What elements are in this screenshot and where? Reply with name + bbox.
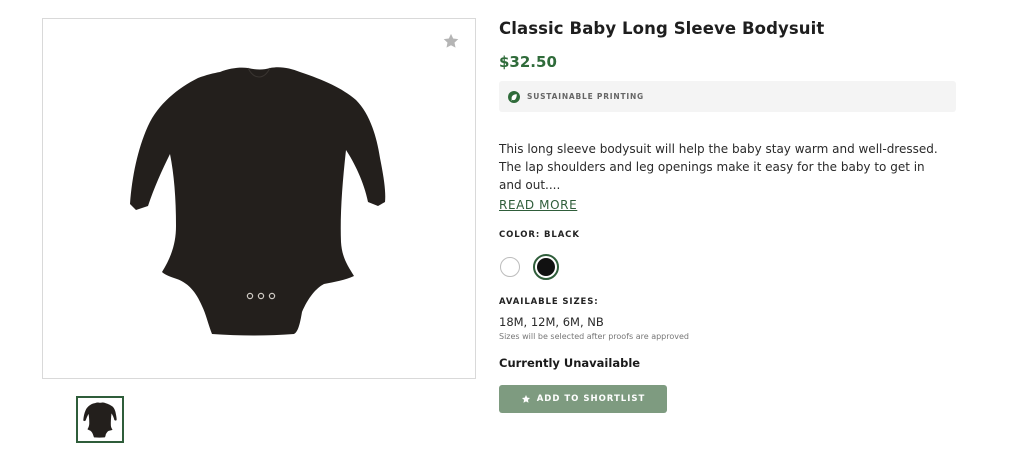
- availability-status: Currently Unavailable: [499, 356, 641, 370]
- color-swatch-white[interactable]: [500, 257, 520, 277]
- color-swatches: [499, 254, 957, 280]
- product-main-image: [42, 18, 476, 379]
- add-to-shortlist-button[interactable]: ADD TO SHORTLIST: [499, 385, 667, 413]
- badge-text: SUSTAINABLE PRINTING: [527, 92, 645, 101]
- sizes-label: AVAILABLE SIZES:: [499, 297, 599, 307]
- favorite-button[interactable]: [441, 31, 461, 51]
- product-price: $32.50: [499, 53, 557, 71]
- product-description: This long sleeve bodysuit will help the …: [499, 142, 938, 192]
- sizes-note: Sizes will be selected after proofs are …: [499, 332, 689, 341]
- shortlist-button-label: ADD TO SHORTLIST: [536, 394, 646, 404]
- product-title: Classic Baby Long Sleeve Bodysuit: [499, 19, 825, 38]
- color-swatch-black-fill: [537, 258, 555, 276]
- read-more-link[interactable]: READ MORE: [499, 197, 577, 213]
- sustainable-badge: SUSTAINABLE PRINTING: [499, 81, 956, 112]
- product-thumbnail[interactable]: [76, 396, 124, 443]
- color-swatch-black[interactable]: [533, 254, 559, 280]
- color-label: COLOR: BLACK: [499, 230, 580, 240]
- star-icon: [443, 33, 459, 48]
- bodysuit-thumbnail-image: [83, 402, 117, 438]
- sizes-value: 18M, 12M, 6M, NB: [499, 315, 604, 329]
- leaf-icon: [508, 90, 520, 103]
- star-icon: [521, 395, 530, 403]
- product-info: Classic Baby Long Sleeve Bodysuit $32.50…: [499, 18, 957, 413]
- bodysuit-image: [130, 67, 386, 336]
